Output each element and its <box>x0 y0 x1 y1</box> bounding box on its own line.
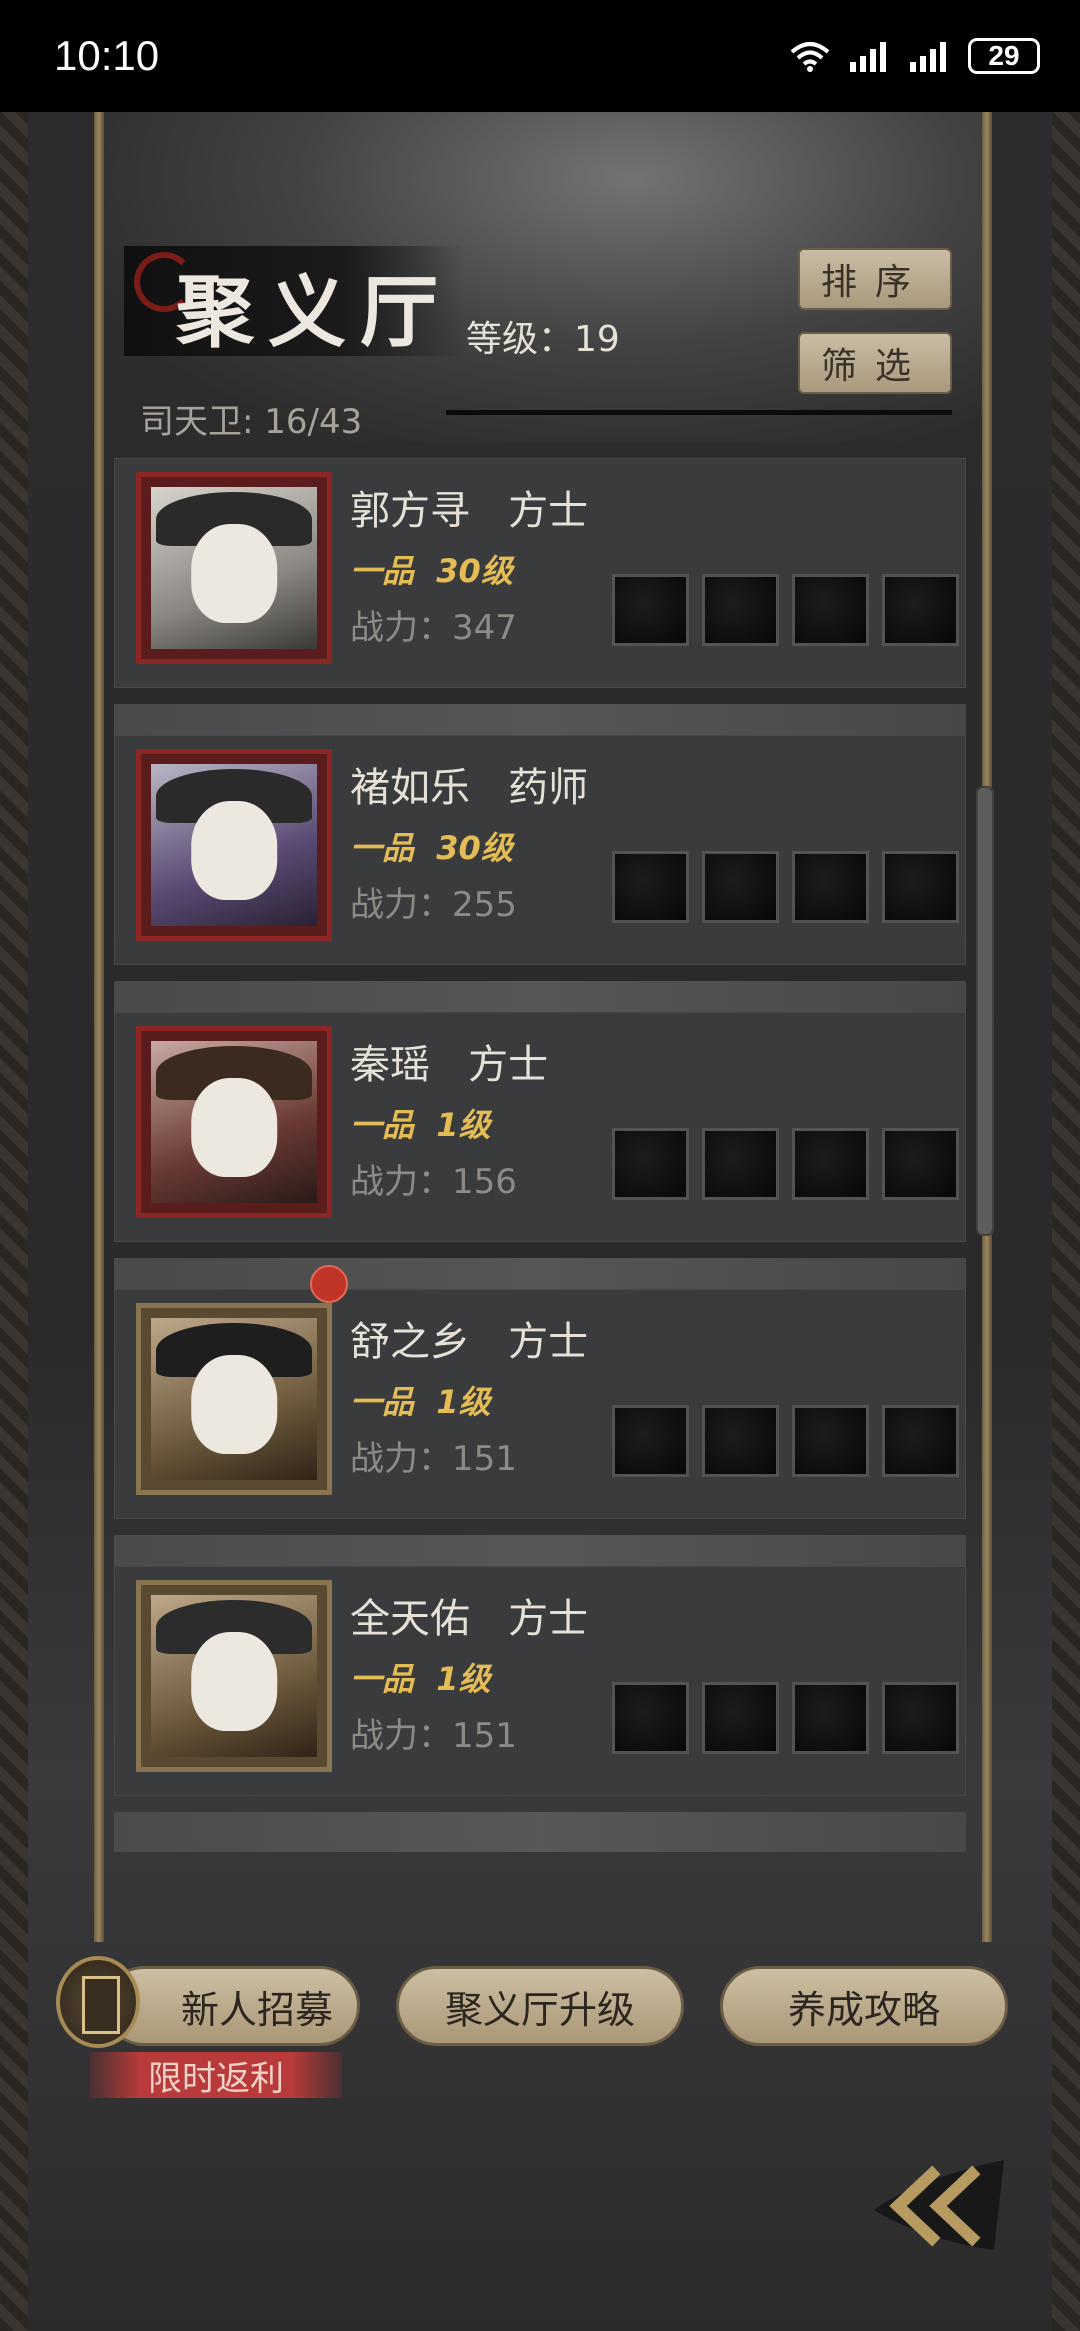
limited-rebate-badge[interactable]: 限时返利 <box>90 2052 342 2099</box>
new-notification-dot <box>310 1265 348 1303</box>
equipment-slot[interactable] <box>792 851 869 923</box>
member-portrait <box>136 1026 332 1218</box>
left-rail <box>94 112 104 1942</box>
member-card[interactable]: 褚如乐 药师 一品 30级 战力：255 <box>114 735 966 1021</box>
clock: 10:10 <box>54 32 160 79</box>
hall-title: 聚义厅 <box>124 246 464 358</box>
equipment-slot[interactable] <box>792 574 869 646</box>
member-power: 战力：255 <box>350 885 517 925</box>
equipment-slot[interactable] <box>792 1128 869 1200</box>
member-card[interactable]: 全天佑 方士 一品 1级 战力：151 <box>114 1566 966 1852</box>
member-name: 全天佑 方士 <box>350 1596 589 1642</box>
divider <box>446 410 952 415</box>
battery-indicator: 29 <box>968 38 1040 74</box>
member-portrait <box>136 1580 332 1772</box>
signal-icon <box>910 42 946 72</box>
recruit-label: 新人招募 <box>180 1987 333 2032</box>
left-border-pattern <box>0 112 28 2331</box>
hall-upgrade-button[interactable]: 聚义厅升级 <box>396 1966 684 2046</box>
equipment-slot[interactable] <box>612 1405 689 1477</box>
equipment-slot[interactable] <box>702 1682 779 1754</box>
member-card[interactable]: 舒之乡 方士 一品 1级 战力：151 <box>114 1265 966 1575</box>
member-power: 战力：156 <box>350 1162 517 1202</box>
wifi-icon <box>790 42 830 72</box>
recruit-token-icon[interactable] <box>56 1956 140 2048</box>
member-card[interactable]: 郭方寻 方士 一品 30级 战力：347 <box>114 458 966 744</box>
equipment-slot[interactable] <box>612 574 689 646</box>
equipment-slot[interactable] <box>612 1128 689 1200</box>
member-power: 战力：151 <box>350 1439 517 1479</box>
equipment-slot[interactable] <box>882 1682 959 1754</box>
hall-level: 等级：19 <box>466 319 620 360</box>
equipment-slot[interactable] <box>882 574 959 646</box>
member-grade: 一品 1级 <box>350 1383 491 1421</box>
equipment-slot[interactable] <box>882 1405 959 1477</box>
member-portrait <box>136 749 332 941</box>
member-grade: 一品 30级 <box>350 552 513 590</box>
equipment-slot[interactable] <box>702 1405 779 1477</box>
guard-count: 司天卫: 16/43 <box>140 402 363 442</box>
equipment-slot[interactable] <box>882 851 959 923</box>
equipment-slot[interactable] <box>702 1128 779 1200</box>
right-border-pattern <box>1052 112 1080 2331</box>
training-guide-button[interactable]: 养成攻略 <box>720 1966 1008 2046</box>
member-card[interactable]: 秦瑶 方士 一品 1级 战力：156 <box>114 1012 966 1298</box>
status-bar: 10:10 29 <box>0 0 1080 112</box>
equipment-slot[interactable] <box>702 851 779 923</box>
member-name: 郭方寻 方士 <box>350 488 589 534</box>
equipment-slot[interactable] <box>612 1682 689 1754</box>
member-name: 舒之乡 方士 <box>350 1319 589 1365</box>
member-grade: 一品 1级 <box>350 1106 491 1144</box>
member-name: 褚如乐 药师 <box>350 765 589 811</box>
equipment-slot[interactable] <box>612 851 689 923</box>
member-grade: 一品 30级 <box>350 829 513 867</box>
filter-button[interactable]: 筛选 <box>798 332 952 394</box>
member-name: 秦瑶 方士 <box>350 1042 549 1088</box>
sort-button[interactable]: 排序 <box>798 248 952 310</box>
list-scrollbar[interactable] <box>976 786 994 1236</box>
member-portrait <box>136 1303 332 1495</box>
equipment-slot[interactable] <box>702 574 779 646</box>
member-power: 战力：347 <box>350 608 517 648</box>
equipment-slot[interactable] <box>882 1128 959 1200</box>
member-power: 战力：151 <box>350 1716 517 1756</box>
equipment-slot[interactable] <box>792 1405 869 1477</box>
back-chevrons-icon[interactable] <box>854 2140 1014 2260</box>
recruit-button[interactable]: 新人招募 <box>104 1966 360 2046</box>
signal-icon <box>850 42 886 72</box>
equipment-slot[interactable] <box>792 1682 869 1754</box>
page-title: 聚义厅 <box>176 267 453 358</box>
member-portrait <box>136 472 332 664</box>
member-grade: 一品 1级 <box>350 1660 491 1698</box>
